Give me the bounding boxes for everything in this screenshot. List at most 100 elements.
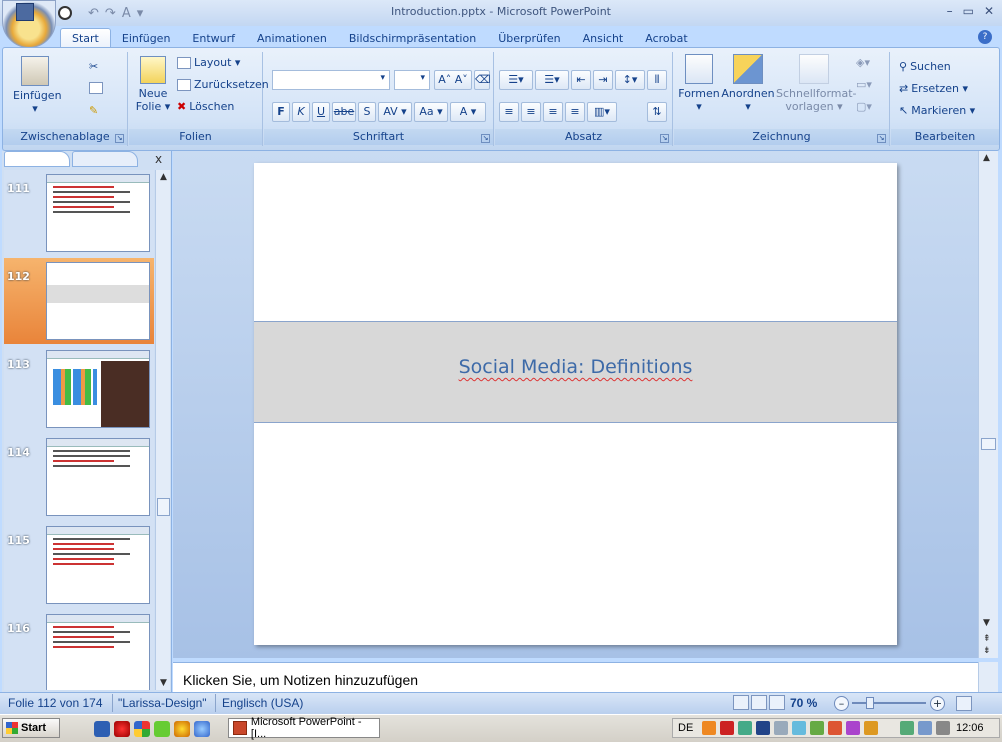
slideshow-view-button[interactable] (769, 695, 785, 710)
align-left-button[interactable]: ≡ (499, 102, 519, 122)
previous-slide-icon[interactable]: ⇞ (983, 634, 991, 644)
increase-indent-button[interactable]: ⇥ (593, 70, 613, 90)
char-spacing-button[interactable]: AV ▾ (378, 102, 412, 122)
column-layout-button[interactable]: ▥▾ (587, 102, 617, 122)
notes-scrollbar[interactable] (978, 662, 998, 692)
font-launcher-icon[interactable]: ↘ (481, 134, 490, 143)
drawing-launcher-icon[interactable]: ↘ (877, 134, 886, 143)
quick-styles-button[interactable]: Schnellformat- vorlagen ▾ (776, 54, 857, 113)
new-slide-button[interactable]: Neue Folie ▾ (133, 56, 173, 113)
slide-sorter-view-button[interactable] (751, 695, 767, 710)
browser-icon[interactable] (114, 721, 130, 737)
italic-button[interactable]: K (292, 102, 310, 122)
tab-einfuegen[interactable]: Einfügen (111, 29, 182, 48)
scroll-down-icon[interactable]: ▼ (983, 618, 990, 628)
close-button[interactable]: ✕ (984, 4, 994, 18)
scroll-up-icon[interactable]: ▲ (983, 153, 990, 163)
shape-outline-button[interactable]: ▭▾ (856, 78, 872, 91)
app-icon[interactable] (154, 721, 170, 737)
zoom-level[interactable]: 70 % (790, 696, 817, 710)
tray-icon[interactable] (864, 721, 878, 735)
shapes-button[interactable]: Formen ▾ (678, 54, 720, 113)
scroll-up-icon[interactable]: ▲ (160, 172, 167, 182)
shadow-button[interactable]: S (358, 102, 376, 122)
align-right-button[interactable]: ≡ (543, 102, 563, 122)
tab-animationen[interactable]: Animationen (246, 29, 338, 48)
tab-start[interactable]: Start (60, 28, 111, 48)
scrollbar-thumb[interactable] (157, 498, 170, 516)
shape-effects-button[interactable]: ▢▾ (856, 100, 872, 113)
strikethrough-button[interactable]: abe (332, 102, 356, 122)
normal-view-button[interactable] (733, 695, 749, 710)
clear-format-icon[interactable]: ⌫ (474, 70, 491, 90)
tray-icon[interactable] (720, 721, 734, 735)
show-desktop-icon[interactable] (94, 721, 110, 737)
thumbnail-115[interactable]: 115 (4, 522, 154, 608)
volume-icon[interactable] (936, 721, 950, 735)
minimize-button[interactable]: – (947, 4, 953, 18)
layout-button[interactable]: Layout ▾ (177, 56, 240, 69)
tab-ansicht[interactable]: Ansicht (572, 29, 635, 48)
grow-shrink-font-buttons[interactable]: A˄ A˅ (434, 70, 472, 90)
language-indicator[interactable]: Englisch (USA) (222, 696, 303, 710)
tab-entwurf[interactable]: Entwurf (181, 29, 246, 48)
tray-icon[interactable] (810, 721, 824, 735)
find-button[interactable]: ⚲ Suchen (899, 60, 951, 73)
copy-button[interactable] (89, 82, 103, 94)
columns-button[interactable]: ⫴ (647, 70, 667, 90)
align-center-button[interactable]: ≡ (521, 102, 541, 122)
clipboard-launcher-icon[interactable]: ↘ (115, 134, 124, 143)
numbering-button[interactable]: ☰▾ (535, 70, 569, 90)
thumbnail-112[interactable]: 112 (4, 258, 154, 344)
windows-icon[interactable] (134, 721, 150, 737)
tray-icon[interactable] (756, 721, 770, 735)
tray-icon[interactable] (702, 721, 716, 735)
font-name-field[interactable]: ▾ (272, 70, 390, 90)
zoom-slider[interactable] (852, 702, 926, 704)
bullets-button[interactable]: ☰▾ (499, 70, 533, 90)
font-size-field[interactable]: ▾ (394, 70, 430, 90)
cut-button[interactable]: ✂ (89, 60, 98, 73)
slide-scrollbar[interactable]: ▲ ▼ ⇞ ⇟ (978, 151, 998, 658)
tab-bildschirmpraesentation[interactable]: Bildschirmpräsentation (338, 29, 487, 48)
bold-button[interactable]: F (272, 102, 290, 122)
font-a-button[interactable]: A (122, 6, 131, 21)
paragraph-launcher-icon[interactable]: ↘ (660, 134, 669, 143)
justify-button[interactable]: ≡ (565, 102, 585, 122)
taskbar-powerpoint-item[interactable]: Microsoft PowerPoint - [I... (228, 716, 380, 740)
underline-button[interactable]: U (312, 102, 330, 122)
tray-icon[interactable] (918, 721, 932, 735)
undo-button[interactable]: ↶ (88, 6, 99, 21)
maximize-button[interactable]: ▭ (963, 4, 974, 18)
tab-ueberpruefen[interactable]: Überprüfen (487, 29, 571, 48)
thumbnail-111[interactable]: 111 (4, 170, 154, 256)
line-spacing-button[interactable]: ↕▾ (615, 70, 645, 90)
scrollbar-thumb[interactable] (981, 438, 996, 450)
tab-acrobat[interactable]: Acrobat (634, 29, 698, 48)
input-language[interactable]: DE (678, 722, 693, 734)
delete-slide-button[interactable]: ✖ Löschen (177, 100, 234, 113)
select-button[interactable]: ↖ Markieren ▾ (899, 104, 975, 117)
format-painter-button[interactable]: ✎ (89, 104, 98, 117)
text-direction-button[interactable]: ⇅ (647, 102, 667, 122)
tray-icon[interactable] (846, 721, 860, 735)
firefox-icon[interactable] (174, 721, 190, 737)
redo-button[interactable]: ↷ (105, 6, 116, 21)
grow-font-button[interactable]: A˄ (438, 73, 451, 86)
shape-fill-button[interactable]: ◈▾ (856, 56, 870, 69)
pane-close-icon[interactable]: x (155, 152, 162, 166)
thumbnail-scrollbar[interactable]: ▲ ▼ (155, 170, 170, 690)
slide-title[interactable]: Social Media: Definitions (254, 356, 897, 378)
scroll-down-icon[interactable]: ▼ (160, 678, 167, 688)
replace-button[interactable]: ⇄ Ersetzen ▾ (899, 82, 968, 95)
thumbnail-113[interactable]: 113 (4, 346, 154, 432)
office-button[interactable] (2, 0, 56, 48)
zoom-slider-knob[interactable] (866, 697, 874, 709)
font-color-button[interactable]: A ▾ (450, 102, 486, 122)
tray-icon[interactable] (738, 721, 752, 735)
thumbnail-116[interactable]: 116 (4, 610, 154, 690)
outline-tab[interactable] (72, 151, 138, 167)
start-button[interactable]: Start (2, 718, 60, 738)
shrink-font-button[interactable]: A˅ (455, 73, 468, 86)
tray-icon[interactable] (828, 721, 842, 735)
